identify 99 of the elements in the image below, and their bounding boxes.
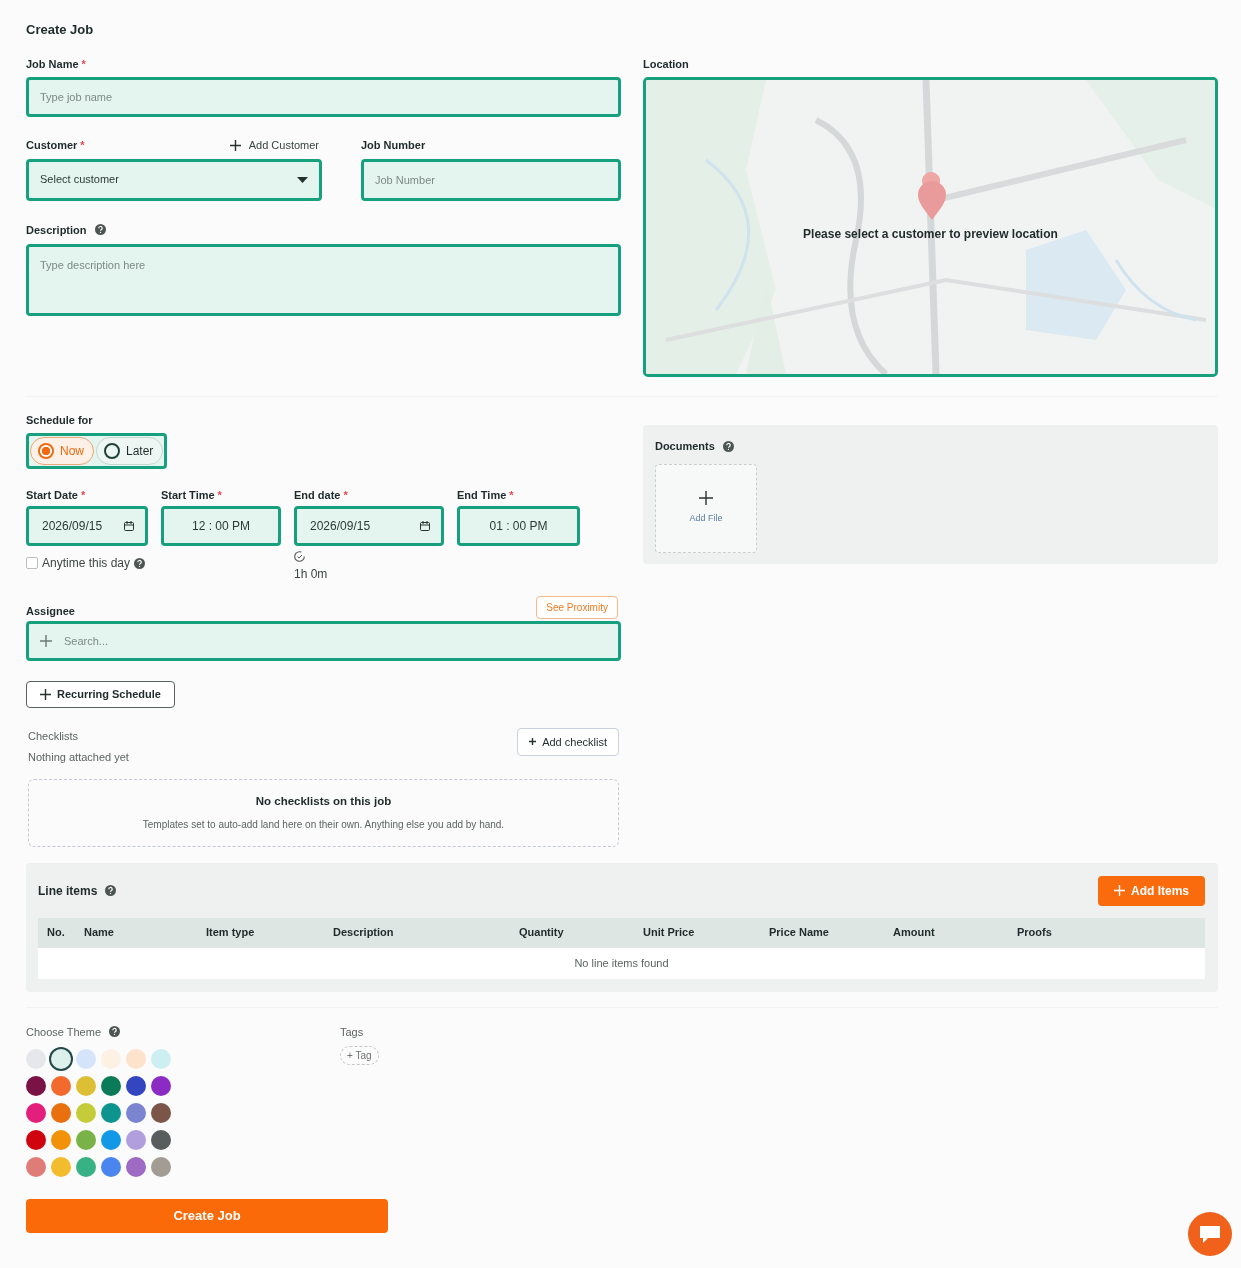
required-mark: * xyxy=(80,139,85,151)
color-swatch[interactable] xyxy=(26,1076,46,1096)
timer-icon xyxy=(294,551,305,562)
chat-icon xyxy=(1198,1224,1222,1244)
color-swatch[interactable] xyxy=(51,1076,71,1096)
field-label: Start Date xyxy=(26,488,78,501)
color-swatch[interactable] xyxy=(151,1130,171,1150)
checkbox[interactable] xyxy=(26,557,38,569)
required-mark: * xyxy=(343,488,348,501)
color-swatch[interactable] xyxy=(26,1103,46,1123)
color-swatch[interactable] xyxy=(76,1103,96,1123)
color-swatch[interactable] xyxy=(126,1076,146,1096)
recurring-schedule-button[interactable]: Recurring Schedule xyxy=(26,681,175,708)
add-customer-link[interactable]: Add Customer xyxy=(229,137,319,154)
input-field[interactable]: Job Number xyxy=(361,158,621,201)
color-swatch[interactable] xyxy=(76,1049,96,1069)
page-title: Create Job xyxy=(26,21,95,39)
calendar-icon xyxy=(124,521,134,531)
color-swatch[interactable] xyxy=(151,1157,171,1177)
color-swatch[interactable] xyxy=(26,1157,46,1177)
help-icon xyxy=(722,440,734,452)
column-header: Price Name xyxy=(760,917,884,948)
section-label: Choose Theme xyxy=(26,1024,101,1040)
add-checklist-button[interactable]: Add checklist xyxy=(517,727,619,756)
color-swatch[interactable] xyxy=(101,1103,121,1123)
color-swatch[interactable] xyxy=(51,1103,71,1123)
color-swatch[interactable] xyxy=(151,1049,171,1069)
color-swatch[interactable] xyxy=(51,1049,71,1069)
field-label: Line items xyxy=(38,883,98,898)
color-swatch[interactable] xyxy=(151,1076,171,1096)
column-header: Quantity xyxy=(510,917,634,948)
color-swatch[interactable] xyxy=(51,1157,71,1177)
color-swatch[interactable] xyxy=(51,1130,71,1150)
section-label: Checklists xyxy=(28,728,80,744)
column-header: Proofs xyxy=(1008,917,1205,948)
empty-title: No checklists on this job xyxy=(255,794,392,810)
color-swatch[interactable] xyxy=(101,1157,121,1177)
color-swatch[interactable] xyxy=(151,1103,171,1123)
field-label: End date xyxy=(294,488,341,501)
add-file-button[interactable]: Add File xyxy=(654,463,757,553)
color-swatch[interactable] xyxy=(76,1157,96,1177)
field-label: Documents xyxy=(654,440,715,452)
empty-text: Templates set to auto-add land here on their own. Anything else you add by hand. xyxy=(142,817,505,832)
textarea-field[interactable]: Type description here xyxy=(26,244,621,316)
caret-icon xyxy=(297,176,308,183)
plus-icon xyxy=(40,688,51,700)
calendar-icon xyxy=(420,521,430,531)
search-field[interactable]: Search... xyxy=(26,621,621,661)
column-header: Name xyxy=(75,917,197,948)
plus-icon xyxy=(698,490,713,505)
field-label: Job Number xyxy=(361,139,426,151)
help-icon xyxy=(134,557,146,569)
section-label: Tags xyxy=(340,1024,364,1040)
color-swatch[interactable] xyxy=(126,1157,146,1177)
color-swatch[interactable] xyxy=(76,1130,96,1150)
help-icon xyxy=(105,885,117,896)
column-header: Unit Price xyxy=(634,917,760,948)
help-icon xyxy=(109,1026,120,1038)
color-swatch[interactable] xyxy=(126,1103,146,1123)
color-swatch[interactable] xyxy=(76,1076,96,1096)
plus-icon xyxy=(1114,885,1125,896)
plus-icon xyxy=(529,738,537,746)
map-message: Please select a customer to preview location xyxy=(803,226,1058,243)
color-swatch[interactable] xyxy=(26,1130,46,1150)
column-header: No. xyxy=(38,917,75,948)
field-label: Schedule for xyxy=(26,413,94,428)
required-mark: * xyxy=(81,57,86,70)
field-label: Start Time xyxy=(161,488,215,501)
input-field[interactable]: Type job name xyxy=(26,77,621,117)
help-icon xyxy=(94,224,106,236)
chat-button[interactable] xyxy=(1188,1212,1232,1256)
required-mark: * xyxy=(80,488,86,501)
input-field[interactable]: 01 : 00 PM xyxy=(457,506,580,546)
input-field[interactable]: 12 : 00 PM xyxy=(161,506,281,546)
field-label: Job Name xyxy=(26,57,79,70)
column-header: Item type xyxy=(197,917,324,948)
color-swatch[interactable] xyxy=(126,1130,146,1150)
column-header: Amount xyxy=(884,917,1008,948)
duration-text: 1h 0m xyxy=(294,566,328,583)
required-mark: * xyxy=(509,488,514,501)
input-field[interactable]: 2026/09/15 xyxy=(26,506,148,546)
checkbox-label: Anytime this day xyxy=(42,555,131,572)
column-header: Description xyxy=(324,917,510,948)
input-field[interactable]: 2026/09/15 xyxy=(294,506,444,546)
color-swatch[interactable] xyxy=(101,1076,121,1096)
required-mark: * xyxy=(217,488,222,501)
field-label: Customer xyxy=(26,139,78,151)
field-label: Description xyxy=(26,223,87,236)
schedule-option[interactable]: Later xyxy=(96,436,164,465)
field-label: End Time xyxy=(457,488,507,501)
field-label: Location xyxy=(642,57,689,70)
field-label: Assignee xyxy=(26,603,75,619)
plus-icon xyxy=(229,139,241,151)
color-swatch[interactable] xyxy=(101,1130,121,1150)
color-swatch[interactable] xyxy=(126,1049,146,1069)
plus-icon xyxy=(40,635,52,647)
empty-message: No line items found xyxy=(38,947,1205,979)
subtitle-text: Nothing attached yet xyxy=(28,750,129,765)
select-dropdown[interactable]: Select customer xyxy=(26,158,322,201)
